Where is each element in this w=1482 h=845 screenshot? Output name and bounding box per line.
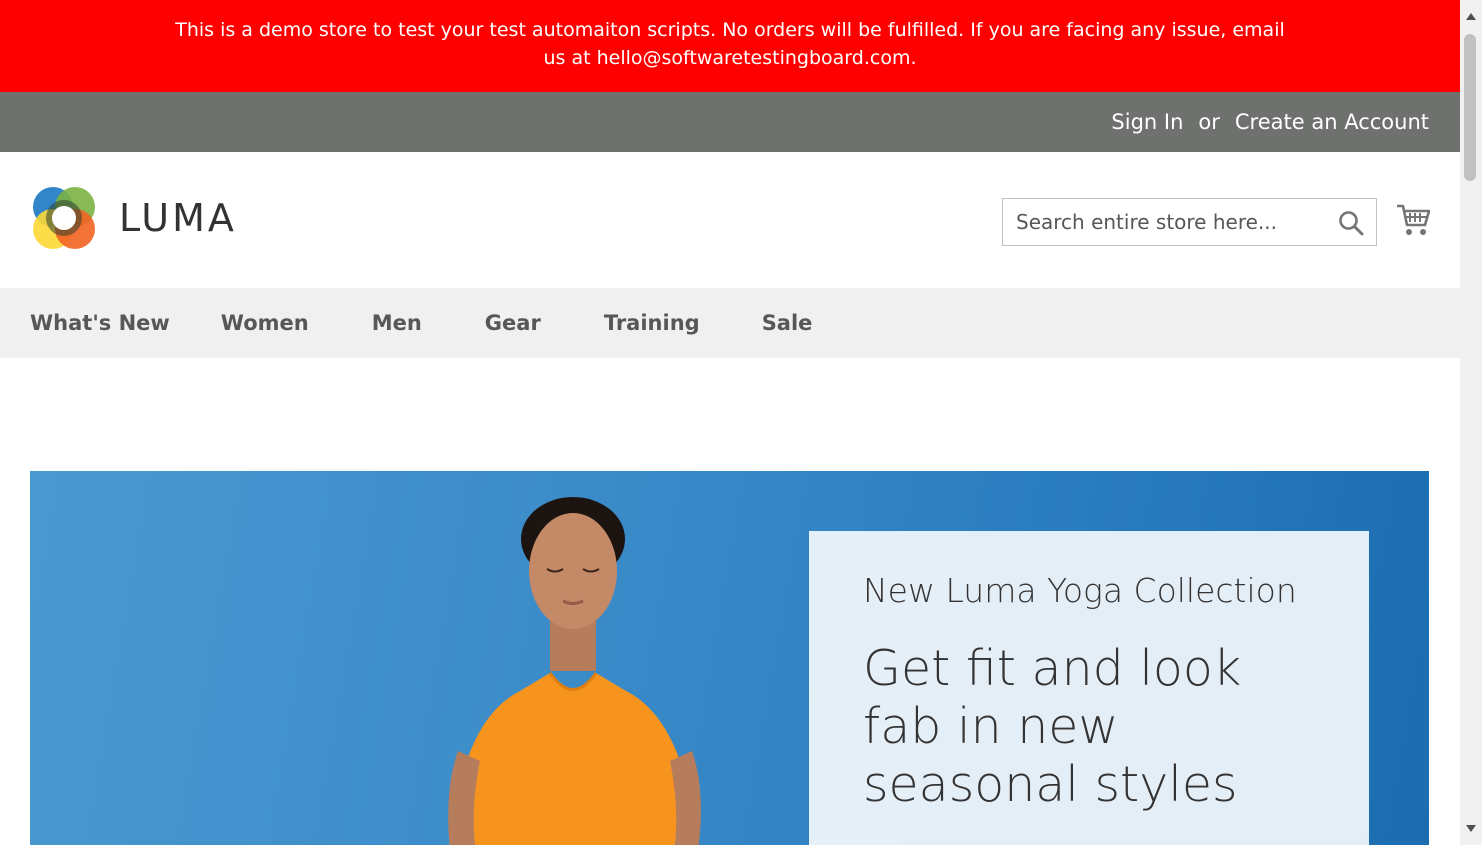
search-form (1002, 198, 1377, 246)
page-scrollbar[interactable] (1460, 0, 1482, 845)
nav-item-whats-new[interactable]: What's New (30, 311, 170, 335)
luma-logo-icon (33, 187, 95, 249)
main-navigation: What's New Women Men Gear Training Sale (0, 288, 1460, 358)
demo-notice-text: This is a demo store to test your test a… (175, 19, 1285, 69)
page: This is a demo store to test your test a… (0, 0, 1460, 845)
hero-banner[interactable]: New Luma Yoga Collection Get fit and loo… (30, 471, 1429, 845)
nav-item-sale[interactable]: Sale (762, 311, 813, 335)
hero-kicker: New Luma Yoga Collection (863, 571, 1297, 610)
search-input[interactable] (1003, 199, 1376, 245)
hero-headline: Get fit and look fab in new seasonal sty… (863, 640, 1242, 813)
hero-promo-card: New Luma Yoga Collection Get fit and loo… (809, 531, 1369, 845)
scroll-down-icon[interactable] (1464, 821, 1478, 835)
demo-notice-banner: This is a demo store to test your test a… (0, 0, 1460, 92)
nav-item-women[interactable]: Women (221, 311, 309, 335)
sign-in-link[interactable]: Sign In (1111, 110, 1183, 134)
nav-item-training[interactable]: Training (604, 311, 700, 335)
header-panel: Sign In or Create an Account (0, 92, 1460, 152)
cart-icon[interactable] (1396, 201, 1430, 237)
hero-woman-image (448, 497, 701, 845)
scroll-up-icon[interactable] (1464, 10, 1478, 24)
or-separator: or (1198, 110, 1220, 134)
search-icon[interactable] (1338, 210, 1364, 236)
nav-item-men[interactable]: Men (372, 311, 422, 335)
create-account-link[interactable]: Create an Account (1235, 110, 1429, 134)
logo-text: LUMA (119, 196, 237, 240)
logo-link[interactable]: LUMA (31, 185, 237, 251)
scroll-thumb[interactable] (1464, 34, 1476, 181)
nav-item-gear[interactable]: Gear (485, 311, 541, 335)
